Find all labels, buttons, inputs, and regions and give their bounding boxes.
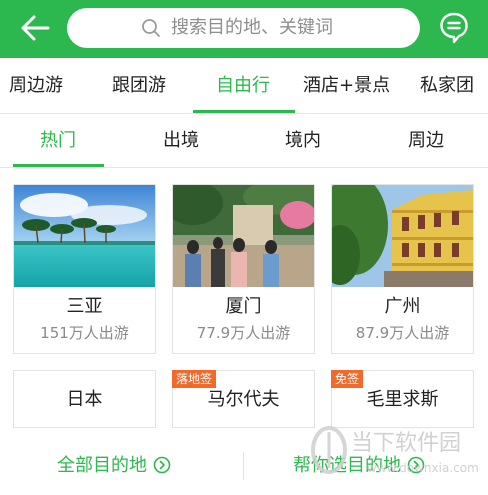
destination-card-guangzhou[interactable]: 广州 87.9万人出游 [331, 184, 474, 354]
destination-item-maldives[interactable]: 落地签 马尔代夫 [172, 370, 315, 428]
tab-group-tour[interactable]: 跟团游 [112, 74, 166, 98]
tab-nearby-tour[interactable]: 周边游 [9, 74, 63, 98]
search-placeholder: 搜索目的地、关键词 [171, 17, 333, 38]
tab-outbound[interactable]: 出境 [163, 129, 199, 153]
destination-name: 日本 [66, 389, 103, 410]
destination-name: 广州 [384, 296, 421, 317]
destination-travelers: 151万人出游 [40, 324, 129, 342]
visa-tag: 落地签 [172, 370, 217, 388]
all-destinations-label: 全部目的地 [57, 455, 147, 476]
destination-name: 三亚 [66, 296, 103, 317]
watermark-text: 当下软件园 [351, 431, 462, 456]
category-tab-indicator [193, 110, 295, 113]
watermark-logo-icon [311, 426, 347, 474]
all-destinations-link[interactable]: 全部目的地 [57, 454, 171, 478]
watermark: 当下软件园 www.downxia.com [305, 420, 485, 492]
back-button[interactable] [18, 10, 54, 46]
chevron-right-circle-icon [153, 456, 171, 474]
tab-independent-tour[interactable]: 自由行 [216, 74, 270, 98]
destination-name: 厦门 [225, 296, 262, 317]
destination-name: 马尔代夫 [207, 389, 280, 410]
destination-travelers: 77.9万人出游 [196, 324, 291, 342]
search-input[interactable]: 搜索目的地、关键词 [67, 8, 420, 48]
destination-name: 毛里求斯 [366, 389, 439, 410]
tab-hot[interactable]: 热门 [40, 129, 76, 153]
footer-divider [243, 452, 244, 480]
destination-card-xiamen[interactable]: 厦门 77.9万人出游 [172, 184, 315, 354]
search-icon [142, 19, 160, 37]
tab-private-tour[interactable]: 私家团 [420, 74, 474, 98]
visa-tag: 免签 [331, 370, 364, 388]
region-tab-indicator [13, 164, 104, 167]
region-tab-bar: 热门 出境 境内 周边 [0, 114, 488, 168]
top-bar: 搜索目的地、关键词 [0, 0, 488, 58]
destination-item-japan[interactable]: 日本 [13, 370, 156, 428]
watermark-url: www.downxia.com [367, 461, 479, 475]
tab-surrounding[interactable]: 周边 [408, 129, 444, 153]
destination-travelers: 87.9万人出游 [355, 324, 450, 342]
category-tab-bar: 周边游 跟团游 自由行 酒店+景点 私家团 [0, 58, 488, 114]
back-arrow-icon [21, 15, 50, 41]
destination-photo-xiamen [173, 185, 314, 287]
tab-domestic[interactable]: 境内 [285, 129, 321, 153]
message-button[interactable] [438, 10, 470, 46]
message-icon [440, 12, 468, 44]
destination-photo-sanya [14, 185, 155, 287]
tab-hotel-attraction[interactable]: 酒店+景点 [303, 74, 390, 98]
destination-card-sanya[interactable]: 三亚 151万人出游 [13, 184, 156, 354]
destination-photo-guangzhou [332, 185, 473, 287]
